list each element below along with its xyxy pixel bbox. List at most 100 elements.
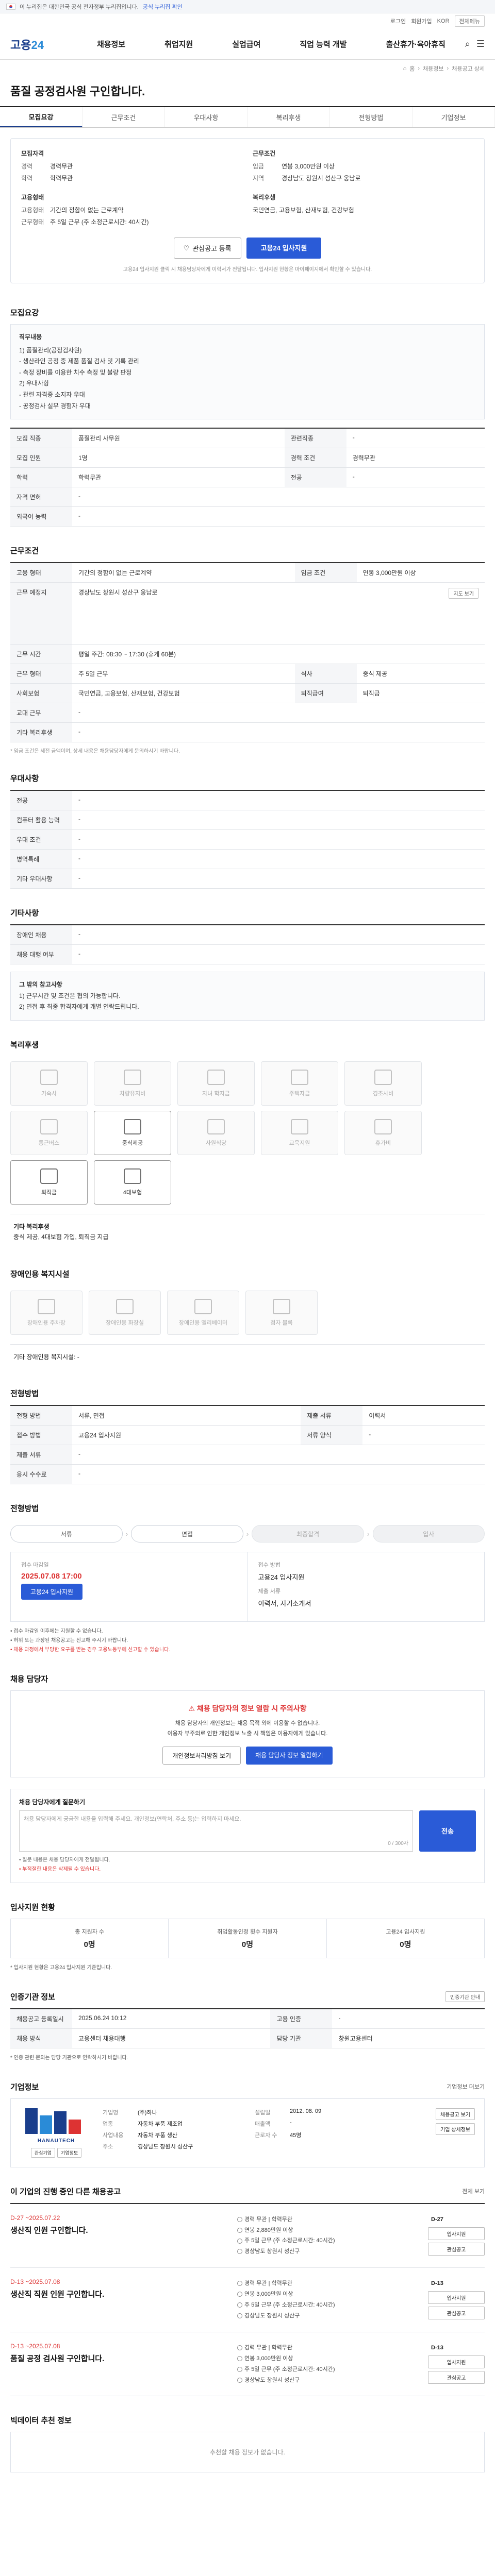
table-key: 임금 조건 <box>294 563 357 583</box>
section-title: 인증기관 정보 <box>10 1992 55 2002</box>
table-row: 기타 복리후생 - <box>10 722 485 743</box>
disability-card: 장애인용 엘리베이터 <box>167 1290 239 1335</box>
welfare-icon <box>207 1069 225 1085</box>
job-date: D-13 ~2025.07.08 <box>10 2278 60 2286</box>
welfare-icon <box>40 1069 58 1085</box>
job-detail: 연봉 3,000만원 이상 <box>237 2353 418 2364</box>
view-contact-button[interactable]: 채용 담당자 정보 열람하기 <box>246 1746 333 1765</box>
company-detail-button[interactable]: 기업 상세정보 <box>436 2123 475 2135</box>
company-value: 2012. 08. 09 <box>290 2108 322 2114</box>
table-key: 고용 형태 <box>10 563 72 583</box>
breadcrumb-item[interactable]: 채용정보 <box>423 64 443 73</box>
home-icon[interactable]: ⌂ <box>403 65 407 72</box>
section-title: 장애인용 복지시설 <box>10 1269 70 1279</box>
gnb-item-benefit[interactable]: 실업급여 <box>232 39 260 49</box>
tab-company[interactable]: 기업정보 <box>412 107 495 127</box>
job-detail-text: 연봉 2,880만원 이상 <box>244 2227 293 2233</box>
job-interest-button[interactable]: 관심공고 <box>428 2242 485 2256</box>
all-menu-button[interactable]: 전체메뉴 <box>454 15 485 27</box>
tab-welfare[interactable]: 복리후생 <box>248 107 330 127</box>
summary-heading: 복리후생 <box>253 194 276 201</box>
welfare-icon <box>124 1069 141 1085</box>
recruit-section: 모집요강 직무내용 1) 품질관리(공정검사원) - 생산라인 공정 중 제품 … <box>0 294 495 532</box>
tab-recruit[interactable]: 모집요강 <box>0 107 82 127</box>
job-title-link[interactable]: 생산직 인원 구인합니다. <box>10 2225 227 2235</box>
site-logo[interactable]: 고용24 <box>10 36 77 53</box>
table-value: 품질관리 사무원 <box>72 428 285 449</box>
job-interest-button[interactable]: 관심공고 <box>428 2370 485 2384</box>
tab-work[interactable]: 근무조건 <box>82 107 165 127</box>
welfare-card: 차량유지비 <box>94 1061 171 1106</box>
disability-card: 장애인용 화장실 <box>89 1290 161 1335</box>
job-title-link[interactable]: 생산직 직원 인원 구인합니다. <box>10 2289 227 2299</box>
duties-line: - 관련 자격증 소지자 우대 <box>19 391 85 398</box>
apply-now-button[interactable]: 고용24 입사지원 <box>21 1584 82 1600</box>
process-step: 면접 <box>131 1525 243 1543</box>
tab-pref[interactable]: 우대사항 <box>165 107 248 127</box>
table-value: - <box>72 506 485 527</box>
company-jobs-button[interactable]: 채용공고 보기 <box>436 2108 475 2120</box>
job-dday: D-27 <box>431 2216 443 2223</box>
inquiry-input[interactable]: 채용 담당자에게 궁금한 내용을 입력해 주세요. 개인정보(연락처, 주소 등… <box>19 1810 413 1852</box>
job-interest-button[interactable]: 관심공고 <box>428 2307 485 2320</box>
global-nav: 채용정보 취업지원 실업급여 직업 능력 개발 출산휴가·육아휴직 <box>77 39 465 49</box>
welfare-label: 주택자금 <box>289 1090 310 1097</box>
language-select[interactable]: KOR <box>437 18 450 24</box>
interest-company-button[interactable]: 관심기업 <box>30 2147 55 2158</box>
welfare-icon <box>374 1069 392 1085</box>
table-value: 중식 제공 <box>356 664 485 684</box>
table-value-cell: 경상남도 창원시 성산구 웅남로 지도 보기 <box>72 582 485 645</box>
table-value: 고용24 입사지원 <box>72 1425 301 1446</box>
welfare-note-box: 기타 복리후생 중식 제공, 4대보험 가입, 퇴직금 지급 <box>10 1213 485 1250</box>
welfare-label: 4대보험 <box>123 1189 142 1196</box>
table-row: 모집 인원 1명 경력 조건 경력무관 <box>10 448 485 468</box>
job-apply-button[interactable]: 입사지원 <box>428 2355 485 2368</box>
process-steps: 서류 › 면접 › 최종합격 › 입사 <box>10 1520 485 1552</box>
disability-card: 장애인용 주차장 <box>10 1290 82 1335</box>
info-icon <box>237 2227 242 2233</box>
table-key: 전형 방법 <box>10 1405 72 1426</box>
contact-line: 채용 담당자의 개인정보는 채용 목적 외에 이용할 수 없습니다. <box>175 1720 320 1727</box>
job-detail: 경상남도 창원시 성산구 <box>237 2375 418 2386</box>
job-details: 경력 무관 | 학력무관 연봉 3,000만원 이상 주 5일 근무 (주 소정근로… <box>237 2278 418 2321</box>
table-value: - <box>362 1425 485 1446</box>
gov-notice-link[interactable]: 공식 누리집 확인 <box>143 3 183 11</box>
gnb-item-training[interactable]: 직업 능력 개발 <box>300 39 346 49</box>
breadcrumb-item[interactable]: 홈 <box>409 64 415 73</box>
summary-key: 근무형태 <box>21 218 44 226</box>
gnb-item-leave[interactable]: 출산휴가·육아휴직 <box>386 39 445 49</box>
section-title: 채용 담당자 <box>10 1675 48 1684</box>
menu-icon[interactable]: ☰ <box>476 39 485 49</box>
table-value: 경상남도 창원시 성산구 웅남로 <box>78 589 158 597</box>
company-more-link[interactable]: 기업정보 더보기 <box>447 2082 485 2091</box>
section-title: 복리후생 <box>10 1040 39 1049</box>
guide-more-button[interactable]: 인증기관 안내 <box>446 1991 485 2002</box>
company-info-button[interactable]: 기업정보 <box>57 2147 82 2158</box>
map-button[interactable]: 지도 보기 <box>449 588 478 599</box>
join-link[interactable]: 회원가입 <box>411 17 432 25</box>
table-value: 고용센터 채용대행 <box>72 2028 271 2048</box>
table-value: - <box>72 869 485 889</box>
gnb-item-support[interactable]: 취업지원 <box>164 39 193 49</box>
table-value: - <box>72 1445 485 1465</box>
tab-process[interactable]: 전형방법 <box>330 107 412 127</box>
job-apply-button[interactable]: 입사지원 <box>428 2227 485 2240</box>
send-button[interactable]: 전송 <box>419 1810 476 1852</box>
search-icon[interactable]: ⌕ <box>465 39 470 49</box>
job-date: D-13 ~2025.07.08 <box>10 2342 60 2350</box>
apply-button[interactable]: 고용24 입사지원 <box>246 238 322 259</box>
table-row: 제출 서류 - <box>10 1445 485 1465</box>
jobs-more-link[interactable]: 전체 보기 <box>462 2187 485 2195</box>
privacy-policy-button[interactable]: 개인정보처리방침 보기 <box>162 1746 241 1765</box>
summary-key: 경력 <box>21 163 33 170</box>
job-actions: D-13 입사지원 관심공고 <box>428 2278 485 2321</box>
table-row: 접수 방법 고용24 입사지원 서류 양식 - <box>10 1425 485 1446</box>
interest-button[interactable]: ♡ 관심공고 등록 <box>173 238 241 259</box>
job-title-link[interactable]: 품질 공정 검사원 구인합니다. <box>10 2353 227 2364</box>
status-cell: 고용24 입사지원 0명 <box>327 1919 484 1958</box>
login-link[interactable]: 로그인 <box>390 17 406 25</box>
arrow-right-icon: › <box>125 1530 128 1538</box>
gnb-item-jobs[interactable]: 채용정보 <box>97 39 125 49</box>
summary-value: 경상남도 창원시 성산구 웅남로 <box>282 175 361 182</box>
job-apply-button[interactable]: 입사지원 <box>428 2291 485 2304</box>
